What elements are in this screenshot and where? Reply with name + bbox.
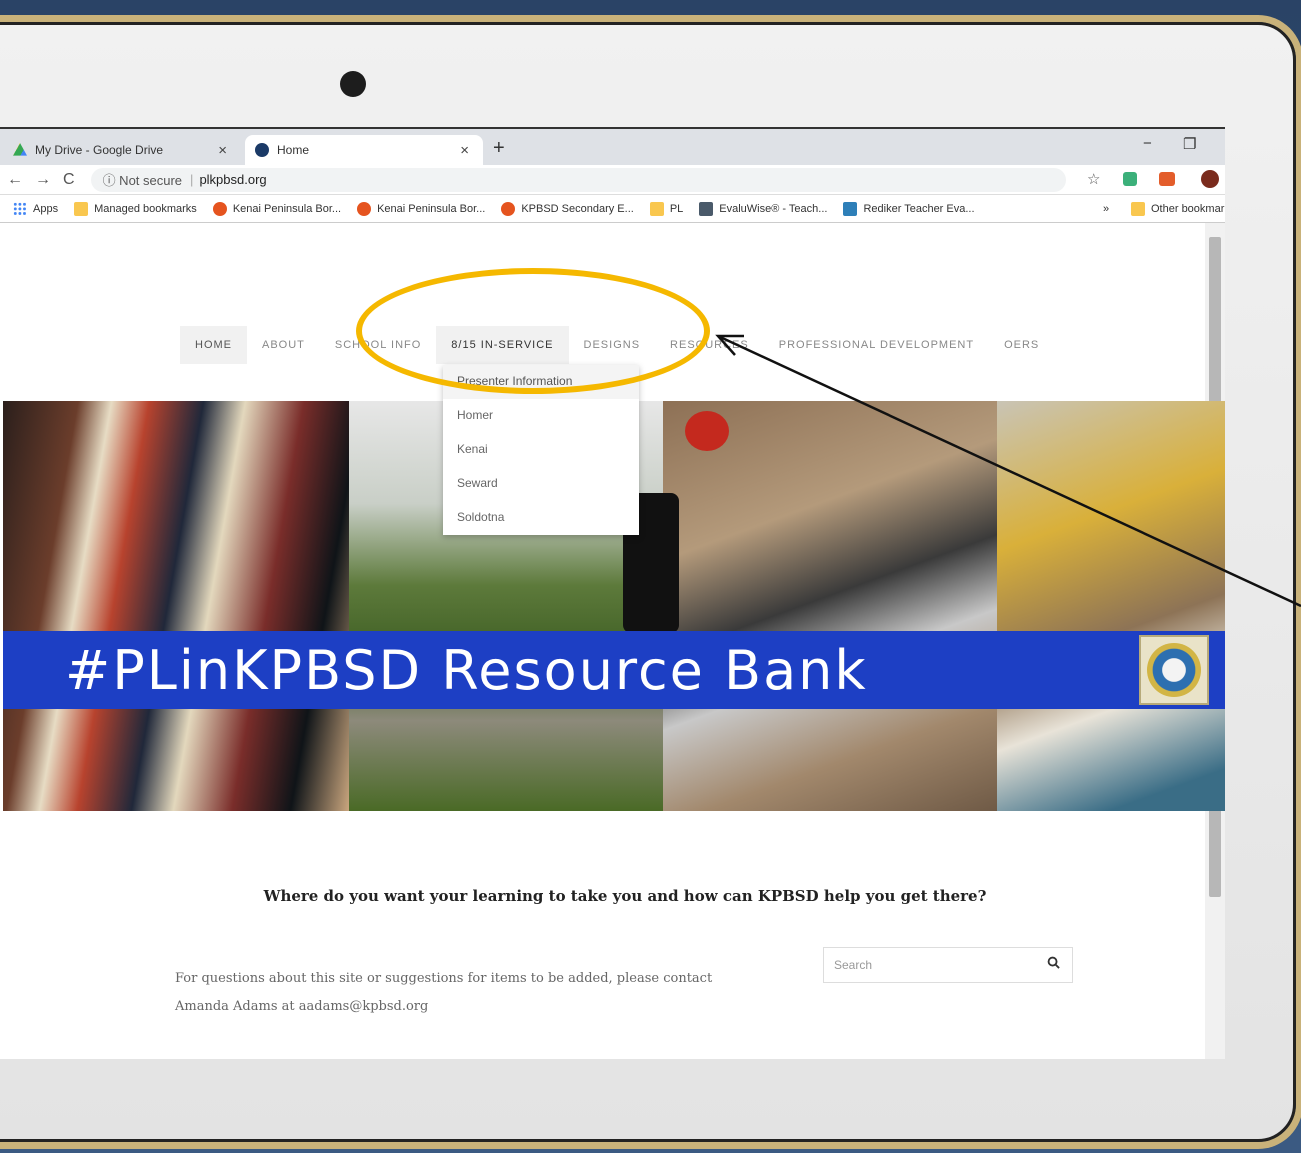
back-icon[interactable]: ← <box>7 171 23 189</box>
folder-icon <box>649 201 664 216</box>
bookmark-other[interactable]: Other bookmarks <box>1131 201 1225 216</box>
books-photo <box>3 401 349 811</box>
bookmark-label: Kenai Peninsula Bor... <box>232 202 342 215</box>
bookmarks-bar: Apps Managed bookmarks Kenai Peninsula B… <box>0 195 1225 223</box>
tab-label: My Drive - Google Drive <box>35 143 164 157</box>
divider: | <box>190 172 194 187</box>
forward-icon[interactable]: → <box>35 171 51 189</box>
search-input[interactable]: Search <box>823 947 1073 983</box>
kpbsd-icon <box>212 201 227 216</box>
dropdown-item-soldotna[interactable]: Soldotna <box>443 501 639 535</box>
apple-image <box>685 411 729 451</box>
close-tab-icon[interactable]: × <box>218 142 227 159</box>
apps-grid-icon <box>13 201 27 216</box>
bookmark-kpbsd-secondary[interactable]: KPBSD Secondary E... <box>501 201 634 216</box>
bookmark-label: Apps <box>33 202 59 215</box>
bookmark-label: Other bookmarks <box>1151 202 1225 215</box>
webcam-icon <box>340 71 366 97</box>
bookmarks-overflow-icon[interactable]: » <box>1103 203 1109 215</box>
contact-email[interactable]: Amanda Adams at aadams@kpbsd.org <box>175 993 795 1021</box>
minimize-button[interactable]: − <box>1143 135 1152 152</box>
kpbsd-icon <box>357 201 372 216</box>
address-bar[interactable]: ⓘ Not secure | plkpbsd.org <box>90 167 1066 192</box>
search-placeholder: Search <box>834 958 873 972</box>
close-tab-icon[interactable]: × <box>460 142 469 159</box>
url-text[interactable]: plkpbsd.org <box>199 172 266 187</box>
bookmark-evaluwise[interactable]: EvaluWise® - Teach... <box>699 201 828 216</box>
search-icon[interactable] <box>1047 956 1060 972</box>
extension-icon[interactable] <box>1123 172 1137 186</box>
bookmark-kenai-1[interactable]: Kenai Peninsula Bor... <box>212 201 342 216</box>
bookmark-apps[interactable]: Apps <box>13 201 59 216</box>
highlight-ellipse <box>356 268 710 394</box>
contact-line: For questions about this site or suggest… <box>175 971 713 986</box>
student-photo <box>997 401 1225 811</box>
browser-window: My Drive - Google Drive × Home × + − ❐ ✕… <box>0 127 1225 1059</box>
banner: #PLinKPBSD Resource Bank <box>3 631 1225 709</box>
page-tagline: Where do you want your learning to take … <box>263 887 987 905</box>
bookmark-label: Managed bookmarks <box>94 202 197 215</box>
dropdown-item-homer[interactable]: Homer <box>443 399 639 433</box>
seal-emblem <box>1147 643 1201 697</box>
district-seal-logo <box>1139 635 1209 705</box>
banner-title: #PLinKPBSD Resource Bank <box>65 638 868 702</box>
kpbsd-icon <box>501 201 516 216</box>
bookmark-label: Rediker Teacher Eva... <box>863 202 975 215</box>
bookmark-managed[interactable]: Managed bookmarks <box>74 201 197 216</box>
bookmark-label: PL <box>669 202 684 215</box>
bookmark-kenai-2[interactable]: Kenai Peninsula Bor... <box>357 201 486 216</box>
evaluwise-icon <box>699 201 714 216</box>
nav-home[interactable]: HOME <box>180 326 247 364</box>
address-bar-row: ← → C ⓘ Not secure | plkpbsd.org ☆ ⋮ <box>0 165 1225 195</box>
dropdown-item-seward[interactable]: Seward <box>443 467 639 501</box>
bookmark-rediker[interactable]: Rediker Teacher Eva... <box>843 201 975 216</box>
nav-about[interactable]: ABOUT <box>247 326 320 364</box>
laptop-frame: My Drive - Google Drive × Home × + − ❐ ✕… <box>0 22 1296 1142</box>
security-indicator[interactable]: ⓘ Not secure <box>103 170 182 189</box>
folder-icon <box>1131 201 1145 216</box>
dropdown-item-kenai[interactable]: Kenai <box>443 433 639 467</box>
rediker-icon <box>843 201 858 216</box>
site-favicon-icon <box>255 143 269 157</box>
restore-button[interactable]: ❐ <box>1183 135 1196 153</box>
tab-bar: My Drive - Google Drive × Home × + − ❐ ✕ <box>0 129 1225 165</box>
new-tab-button[interactable]: + <box>493 137 505 160</box>
bookmark-label: Kenai Peninsula Bor... <box>377 202 486 215</box>
avatar[interactable] <box>1201 170 1219 188</box>
bookmark-label: EvaluWise® - Teach... <box>719 202 828 215</box>
nav-oers[interactable]: OERS <box>989 326 1054 364</box>
tab-label: Home <box>277 143 310 157</box>
laptop-desk-photo <box>663 401 997 811</box>
folder-icon <box>74 201 89 216</box>
google-drive-icon <box>13 143 27 156</box>
bookmark-label: KPBSD Secondary E... <box>521 202 634 215</box>
contact-text: For questions about this site or suggest… <box>175 965 795 1021</box>
nav-professional-development[interactable]: PROFESSIONAL DEVELOPMENT <box>764 326 989 364</box>
extension-2-icon[interactable] <box>1159 172 1175 186</box>
bookmark-star-icon[interactable]: ☆ <box>1087 170 1100 188</box>
tab-home[interactable]: Home × <box>245 135 483 165</box>
reload-icon[interactable]: C <box>63 171 75 189</box>
bookmark-pl[interactable]: PL <box>649 201 684 216</box>
tab-google-drive[interactable]: My Drive - Google Drive × <box>3 135 241 165</box>
